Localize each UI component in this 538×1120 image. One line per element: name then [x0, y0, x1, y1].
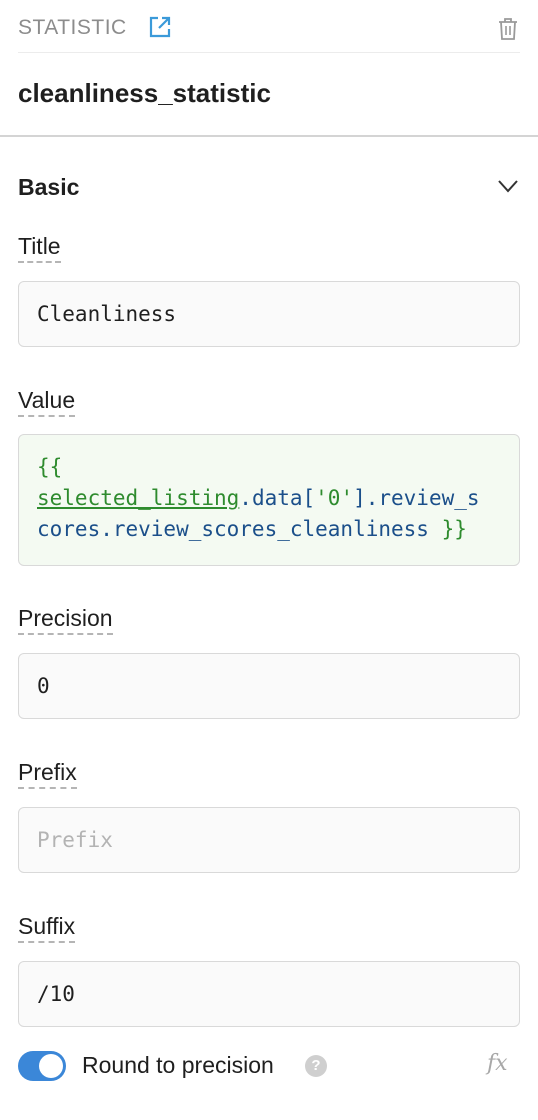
external-edit-icon[interactable] — [148, 15, 172, 39]
inspector-header: STATISTIC — [0, 0, 538, 53]
title-label: Title — [18, 233, 61, 263]
trash-icon[interactable] — [497, 17, 519, 41]
code-close-braces: }} — [441, 517, 467, 541]
component-name[interactable]: cleanliness_statistic — [18, 78, 271, 109]
value-label: Value — [18, 387, 76, 417]
code-property: cores.review_scores_cleanliness — [37, 517, 442, 541]
code-identifier: selected_listing — [37, 486, 240, 510]
prefix-placeholder: Prefix — [37, 828, 113, 852]
section-basic-header[interactable]: Basic — [0, 170, 538, 206]
help-icon[interactable]: ? — [305, 1055, 327, 1077]
code-property: .data[ — [239, 486, 316, 510]
prefix-input[interactable]: Prefix — [18, 807, 520, 873]
section-divider — [0, 135, 538, 137]
code-string: '0' — [315, 486, 354, 510]
precision-label: Precision — [18, 605, 113, 635]
chevron-down-icon[interactable] — [496, 176, 520, 196]
code-property: ].review_s — [353, 486, 480, 510]
toggle-knob — [39, 1054, 63, 1078]
suffix-label: Suffix — [18, 913, 76, 943]
prefix-label: Prefix — [18, 759, 77, 789]
precision-input[interactable]: 0 — [18, 653, 520, 719]
round-to-precision-label: Round to precision — [82, 1052, 274, 1078]
round-to-precision-toggle[interactable] — [18, 1051, 66, 1081]
suffix-input[interactable]: /10 — [18, 961, 520, 1027]
value-code-editor[interactable]: {{ selected_listing.data['0'].review_s c… — [18, 434, 520, 566]
header-divider — [18, 52, 520, 53]
component-type-label: STATISTIC — [18, 16, 127, 39]
fx-icon[interactable]: fx — [487, 1051, 508, 1076]
title-input[interactable]: Cleanliness — [18, 281, 520, 347]
section-title: Basic — [18, 174, 80, 200]
code-open-braces: {{ — [37, 455, 63, 479]
